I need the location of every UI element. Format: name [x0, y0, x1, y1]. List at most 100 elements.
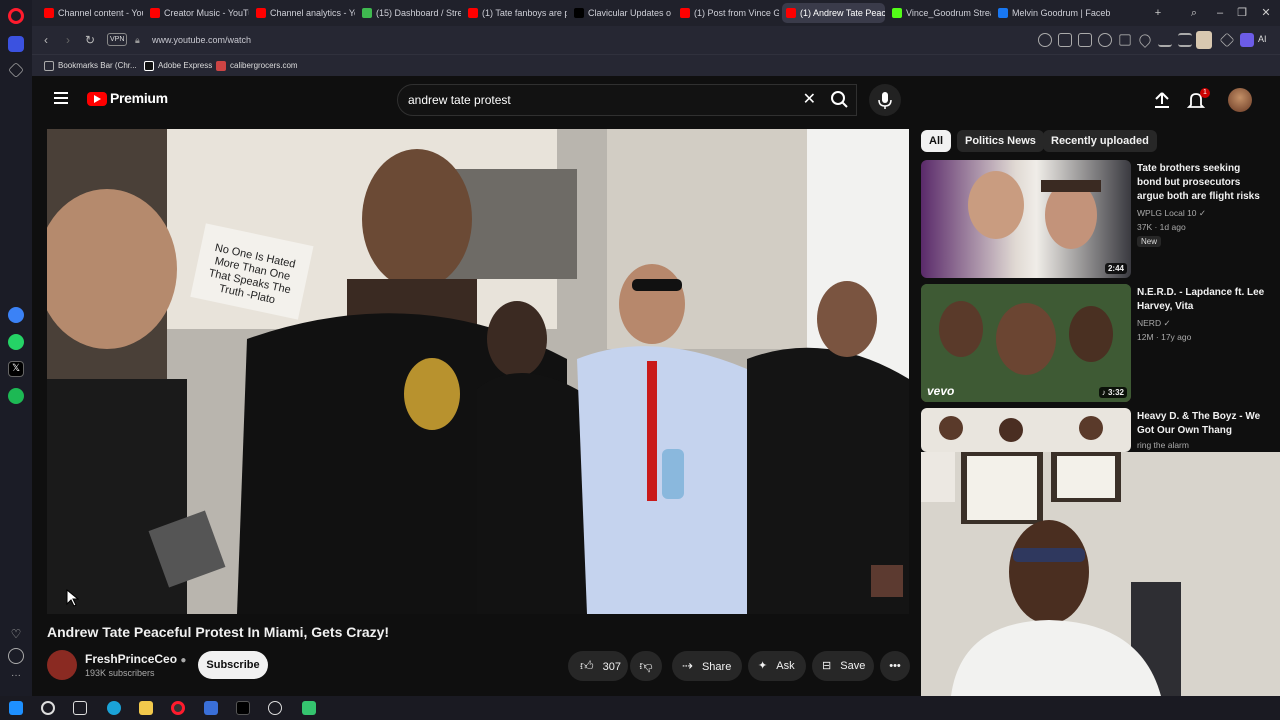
browser-tab[interactable]: Channel analytics - YouT	[252, 3, 355, 23]
voice-search-button[interactable]	[869, 84, 901, 116]
chip-all[interactable]: All	[921, 130, 952, 152]
reload-icon[interactable]: ↻	[80, 30, 100, 50]
edge-icon[interactable]	[107, 701, 121, 715]
chip-politics-news[interactable]: Politics News	[957, 130, 1044, 152]
task-view-icon[interactable]	[73, 701, 87, 715]
history-icon[interactable]	[8, 648, 24, 664]
ask-button[interactable]: ✦ Ask	[748, 651, 806, 681]
recommendation-item[interactable]: vevo ♪ 3:32 N.E.R.D. - Lapdance ft. Lee …	[921, 284, 1271, 402]
browser-tab[interactable]: (15) Dashboard / Stream	[358, 3, 461, 23]
streaming-app-icon[interactable]	[302, 701, 316, 715]
minimize-button[interactable]: –	[1208, 0, 1232, 26]
opera-taskbar-icon[interactable]	[171, 701, 185, 715]
share-button[interactable]: ⇢ Share	[672, 651, 742, 681]
shield-icon[interactable]	[1098, 33, 1112, 47]
tab-label: (1) Tate fanboys are pat	[482, 8, 567, 18]
hamburger-menu-icon[interactable]	[54, 92, 68, 104]
verified-icon: ●	[180, 655, 187, 666]
bookmark-folder[interactable]: Bookmarks Bar (Chr...	[44, 59, 137, 73]
browser-tab[interactable]: (1) Post from Vince Goo	[676, 3, 779, 23]
channel-line: NERD ✓	[1137, 318, 1171, 328]
home-icon[interactable]	[8, 36, 24, 52]
youtube-logo-icon[interactable]	[87, 92, 107, 106]
profile-avatar[interactable]	[1196, 31, 1212, 49]
subscribe-button[interactable]: Subscribe	[198, 651, 268, 679]
spotify-icon[interactable]	[8, 388, 24, 404]
facebook-icon	[998, 8, 1008, 18]
search-page-icon[interactable]	[1038, 33, 1052, 47]
pin-icon[interactable]	[8, 62, 24, 78]
channel-avatar[interactable]	[47, 650, 77, 680]
adobe-icon	[144, 61, 154, 71]
thumbnail[interactable]	[921, 408, 1131, 452]
close-window-button[interactable]: ✕	[1254, 0, 1278, 26]
browser-tab[interactable]: (1) Tate fanboys are pat	[464, 3, 567, 23]
channel-name[interactable]: FreshPrinceCeo ●	[85, 652, 186, 666]
save-button[interactable]: ⊟ Save	[812, 651, 874, 681]
more-horizontal-icon: •••	[889, 660, 901, 672]
maximize-button[interactable]: ❐	[1230, 0, 1254, 26]
upload-icon[interactable]	[1152, 90, 1172, 110]
recommendation-item[interactable]: Heavy D. & The Boyz - We Got Our Own Tha…	[921, 408, 1271, 452]
search-icon	[831, 91, 848, 108]
ai-button[interactable]: AI	[1258, 34, 1267, 44]
file-explorer-icon[interactable]	[139, 701, 153, 715]
recommendation-title[interactable]: N.E.R.D. - Lapdance ft. Lee Harvey, Vita	[1137, 286, 1267, 314]
browser-tab[interactable]: Clavicular Updates o	[570, 3, 673, 23]
clear-search-icon[interactable]: ✕	[803, 85, 816, 115]
browser-tab[interactable]: Channel content - YouTu	[40, 3, 143, 23]
thumbnail[interactable]: vevo ♪ 3:32	[921, 284, 1131, 402]
url-field[interactable]: 🔒︎ www.youtube.com/watch	[106, 30, 1006, 50]
play-icon[interactable]	[1119, 34, 1131, 46]
subscriber-count: 193K subscribers	[85, 668, 155, 678]
aria-icon[interactable]	[1240, 33, 1254, 47]
back-icon[interactable]: ‹	[36, 30, 56, 50]
whatsapp-icon[interactable]	[8, 334, 24, 350]
bookmark-adobe[interactable]: Adobe Express	[144, 59, 212, 73]
obs-icon[interactable]	[268, 701, 282, 715]
browser-tab[interactable]: Melvin Goodrum | Faceb	[994, 3, 1110, 23]
edit-icon[interactable]	[1058, 33, 1072, 47]
account-avatar[interactable]	[1228, 88, 1252, 112]
messenger-icon[interactable]	[8, 307, 24, 323]
youtube-header: Premium andrew tate protest ✕ 1	[32, 76, 1280, 126]
browser-tab[interactable]: Creator Music - YouTube	[146, 3, 249, 23]
chip-recently-uploaded[interactable]: Recently uploaded	[1043, 130, 1157, 152]
windows-start-icon[interactable]	[9, 701, 23, 715]
bookmark-caliber[interactable]: calibergrocers.com	[216, 59, 298, 73]
heart-toolbar-icon[interactable]	[1137, 32, 1153, 48]
view-meta: 12M · 17y ago	[1137, 332, 1192, 342]
x-icon[interactable]: 𝕏	[8, 361, 24, 377]
download-icon[interactable]	[1158, 33, 1172, 47]
microphone-icon	[878, 92, 892, 109]
search-button[interactable]	[825, 84, 855, 116]
thumbnail[interactable]: 2:44	[921, 160, 1131, 278]
taskbar-search-icon[interactable]	[41, 701, 55, 715]
heart-icon[interactable]: ♡	[8, 626, 24, 642]
tiktok-icon[interactable]	[236, 701, 250, 715]
browser-tab[interactable]: (1) Andrew Tate Peaceful	[782, 3, 885, 23]
opera-logo-icon[interactable]	[8, 8, 24, 24]
recommendation-title[interactable]: Tate brothers seeking bond but prosecuto…	[1137, 162, 1267, 204]
search-input[interactable]: andrew tate protest ✕	[397, 84, 857, 116]
premium-label[interactable]: Premium	[110, 90, 168, 106]
store-icon[interactable]	[204, 701, 218, 715]
recommendation-item[interactable]: 2:44 Tate brothers seeking bond but pros…	[921, 160, 1271, 278]
like-button[interactable]: 👍︎ 307	[568, 651, 628, 681]
recommendation-title[interactable]: Heavy D. & The Boyz - We Got Our Own Tha…	[1137, 410, 1267, 438]
tab-search-icon[interactable]: ⌕	[1182, 0, 1206, 26]
forward-icon[interactable]: ›	[58, 30, 78, 50]
video-player[interactable]: No One Is HatedMore Than OneThat Speaks …	[47, 129, 909, 614]
rec-channel: WPLG Local 10	[1137, 208, 1197, 218]
more-icon[interactable]: ···	[8, 670, 24, 686]
browser-tab[interactable]: Vince_Goodrum Stream	[888, 3, 991, 23]
more-actions-button[interactable]: •••	[880, 651, 910, 681]
extensions-icon[interactable]	[1219, 32, 1235, 48]
snapshot-icon[interactable]	[1078, 33, 1092, 47]
view-meta: 37K · 1d ago	[1137, 222, 1186, 232]
new-tab-button[interactable]: +	[1146, 0, 1170, 26]
menu-lines-icon[interactable]	[1178, 33, 1192, 47]
dislike-button[interactable]: 👎︎	[630, 651, 662, 681]
tab-label: Vince_Goodrum Stream	[906, 8, 991, 18]
opera-sidebar: 𝕏 ♡ ···	[0, 0, 32, 696]
